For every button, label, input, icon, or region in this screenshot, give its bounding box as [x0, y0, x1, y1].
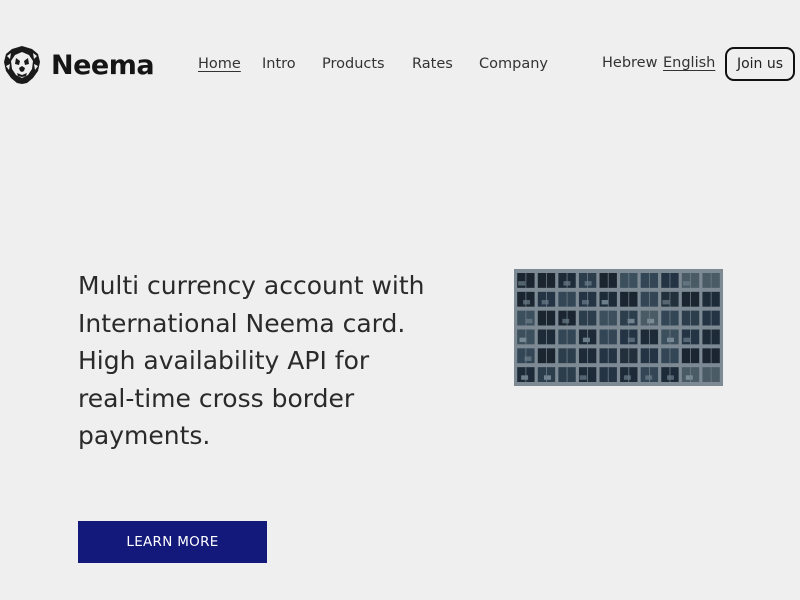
language-hebrew-link[interactable]: Hebrew — [602, 55, 657, 71]
nav-company-link[interactable]: Company — [479, 56, 548, 72]
language-english-link[interactable]: English — [663, 55, 715, 71]
hero-line: High availability API for — [78, 346, 370, 375]
nav-rates-link[interactable]: Rates — [412, 56, 453, 72]
nav-products-link[interactable]: Products — [322, 56, 385, 72]
learn-more-button[interactable]: LEARN MORE — [78, 521, 267, 563]
hero-line: Multi currency account with — [78, 271, 425, 300]
brand-logo[interactable]: Neema — [2, 44, 155, 86]
join-us-button[interactable]: Join us — [725, 47, 795, 81]
hero-line: International Neema card. — [78, 308, 406, 338]
office-building-image — [514, 269, 723, 386]
brand-name: Neema — [51, 49, 155, 81]
lion-head-icon — [4, 46, 40, 84]
nav-home-link[interactable]: Home — [198, 56, 241, 72]
hero-line: payments. — [78, 421, 211, 450]
nav-intro-link[interactable]: Intro — [262, 56, 296, 72]
site-header: Neema Home Intro Products Rates Company … — [0, 0, 800, 130]
hero-line: real-time cross border — [78, 383, 355, 413]
hero-heading: Multi currency account with Internationa… — [78, 267, 478, 455]
